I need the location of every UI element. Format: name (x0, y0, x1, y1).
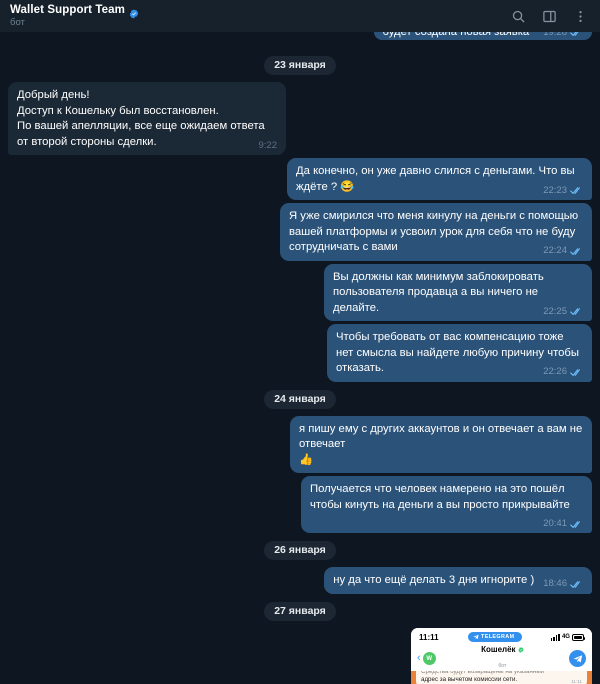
network-type-label: 4G (561, 634, 570, 640)
page-title: Wallet Support Team (10, 4, 125, 16)
message-bubble-outgoing[interactable]: Да конечно, он уже давно слился с деньга… (287, 158, 592, 200)
telegram-plane-icon (473, 634, 479, 640)
date-separator: 23 января (8, 56, 592, 75)
message-meta: 22:25 (543, 306, 583, 318)
telegram-plane-icon (573, 654, 582, 663)
message-meta: 22:24 (543, 245, 583, 257)
message-bubble-outgoing[interactable]: Вы должны как минимум заблокировать поль… (324, 263, 592, 321)
date-chip: 24 января (264, 389, 336, 409)
telegram-chat-window: Wallet Support Team бот 19:28 23 января … (0, 0, 600, 684)
phone-message-time: 11:11 (571, 679, 582, 684)
phone-chat-sub: бот (498, 663, 507, 669)
message-time: 22:25 (543, 305, 567, 317)
phone-status-bar: 11:11 TELEGRAM 4G (411, 627, 592, 647)
message-row: ну да что ещё делать 3 дня игнорите ) 18… (8, 567, 592, 594)
search-icon[interactable] (511, 9, 526, 24)
message-time: 22:23 (543, 184, 567, 196)
message-list[interactable]: будет создана новая заявка 19:28 23 янва… (0, 32, 600, 684)
message-meta: 9:22 (259, 140, 278, 152)
read-ticks-icon (570, 307, 583, 316)
phone-chat-name-row: Кошелёк (436, 645, 569, 654)
message-time: 19:28 (543, 32, 567, 38)
message-meta: 20:41 (543, 518, 583, 530)
message-bubble-outgoing[interactable]: будет создана новая заявка 19:28 (373, 32, 592, 40)
message-row: я пишу ему с других аккаунтов и он отвеч… (8, 415, 592, 473)
message-row: Вы должны как минимум заблокировать поль… (8, 263, 592, 321)
header-actions (511, 9, 590, 24)
date-chip: 27 января (264, 601, 336, 621)
message-row: Чтобы требовать от вас компенсацию тоже … (8, 324, 592, 382)
message-time: 20:41 (543, 518, 567, 529)
message-meta: 19:28 (543, 32, 583, 39)
message-bubble-outgoing[interactable]: я пишу ему с других аккаунтов и он отвеч… (290, 415, 592, 473)
read-ticks-icon (570, 247, 583, 256)
message-bubble-outgoing[interactable]: Я уже смирился что меня кинулу на деньги… (280, 203, 592, 261)
message-time: 9:22 (258, 139, 278, 151)
message-text: я пишу ему с других аккаунтов и он отвеч… (299, 422, 583, 466)
avatar (569, 650, 586, 667)
message-text: Получается что человек намерено на это п… (310, 483, 570, 511)
phone-chat-titles: Кошелёк бот (436, 645, 569, 672)
phone-message-text: адрес за вычетом комиссии сети. (421, 676, 518, 684)
message-text: Добрый день! Доступ к Кошельку был восст… (17, 89, 265, 148)
message-text: Да конечно, он уже давно слился с деньга… (296, 165, 578, 193)
read-ticks-icon (570, 520, 583, 529)
message-row: Я уже смирился что меня кинулу на деньги… (8, 203, 592, 261)
message-row: Добрый день! Доступ к Кошельку был восст… (8, 82, 592, 155)
message-bubble-outgoing[interactable]: Получается что человек намерено на это п… (301, 476, 592, 533)
read-ticks-icon (570, 32, 583, 37)
message-bubble-incoming[interactable]: Добрый день! Доступ к Кошельку был восст… (8, 82, 286, 155)
chat-subtitle: бот (10, 17, 25, 28)
avatar: W (422, 652, 436, 665)
message-row: 11:11 TELEGRAM 4G ‹ W Кошелёк бот Средст… (8, 627, 592, 684)
date-chip: 23 января (264, 56, 336, 75)
phone-status-right: 4G (550, 633, 586, 641)
date-separator: 27 января (8, 601, 592, 621)
message-meta: 22:26 (543, 366, 583, 378)
read-ticks-icon (570, 368, 583, 377)
message-text: будет создана новая заявка (383, 32, 530, 40)
battery-icon (571, 633, 586, 641)
photo-message-attachment[interactable]: 11:11 TELEGRAM 4G ‹ W Кошелёк бот Средст… (411, 627, 592, 684)
message-time: 18:46 (543, 578, 567, 589)
message-row: Да конечно, он уже давно слился с деньга… (8, 158, 592, 200)
pill-label: TELEGRAM (481, 634, 515, 640)
message-text: Я уже смирился что меня кинулу на деньги… (289, 210, 582, 253)
phone-chat-name: Кошелёк (481, 645, 516, 654)
sidebar-panel-icon[interactable] (542, 9, 557, 24)
message-time: 22:24 (543, 245, 567, 256)
phone-chat-header: ‹ W Кошелёк бот (411, 645, 592, 672)
chat-header: Wallet Support Team бот (0, 0, 600, 32)
read-ticks-icon (570, 580, 583, 589)
message-meta: 18:46 (543, 578, 583, 590)
phone-message: Средства будут возвращены на указанный 1… (416, 670, 587, 684)
phone-clock: 11:11 (419, 632, 439, 642)
more-vertical-icon[interactable] (573, 9, 588, 24)
chat-header-titles[interactable]: Wallet Support Team бот (10, 4, 511, 28)
back-chevron-icon[interactable]: ‹ (417, 653, 421, 664)
telegram-dynamic-island-pill: TELEGRAM (468, 632, 522, 642)
clipped-message-row: будет создана новая заявка 19:28 (8, 32, 592, 48)
phone-message-text-cut: Средства будут возвращены на указанный (421, 670, 545, 675)
date-chip: 26 января (264, 541, 336, 560)
signal-bars-icon (550, 633, 560, 641)
chat-title-row: Wallet Support Team (10, 4, 511, 19)
date-separator: 24 января (8, 389, 592, 409)
phone-message-area: Средства будут возвращены на указанный 1… (411, 670, 592, 684)
read-ticks-icon (570, 186, 583, 195)
message-text: Вы должны как минимум заблокировать поль… (333, 270, 547, 314)
verified-badge-icon (129, 6, 139, 19)
message-meta: 22:23 (543, 185, 583, 197)
message-bubble-outgoing[interactable]: Чтобы требовать от вас компенсацию тоже … (327, 324, 592, 382)
verified-badge-icon (518, 646, 524, 653)
message-bubble-outgoing[interactable]: ну да что ещё делать 3 дня игнорите ) 18… (324, 567, 592, 594)
message-row: Получается что человек намерено на это п… (8, 476, 592, 533)
date-separator: 26 января (8, 541, 592, 560)
message-time: 22:26 (543, 366, 567, 377)
message-text: ну да что ещё делать 3 дня игнорите ) (333, 574, 535, 586)
